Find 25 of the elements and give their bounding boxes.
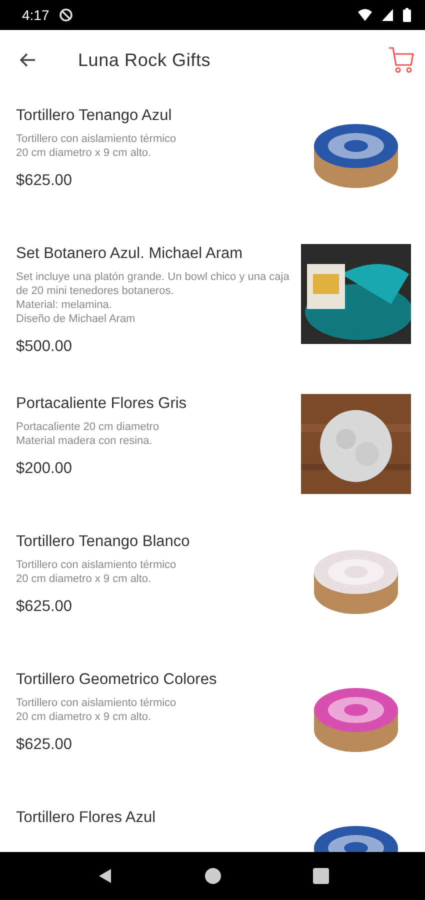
product-price: $625.00 [16, 736, 74, 754]
product-description: Set incluye una platón grande. Un bowl chico y una caja de 20 mini tenedores botaneros. Material: melamina. Diseño de Michael Aram [16, 270, 290, 326]
product-description: Portacaliente 20 cm diametro Material madera con resina. [16, 420, 160, 448]
back-nav-button[interactable] [96, 868, 112, 884]
product-price: $200.00 [16, 460, 74, 478]
product-price: $500.00 [16, 338, 74, 356]
product-name: Portacaliente Flores Gris [16, 394, 188, 414]
home-nav-button[interactable] [204, 868, 220, 884]
product-price: $625.00 [16, 172, 74, 190]
battery-icon [403, 8, 411, 22]
product-description: Tortillero con aislamiento térmico 20 cm diametro x 9 cm alto. [16, 558, 178, 586]
product-name: Tortillero Geometrico Colores [16, 670, 218, 690]
status-time: 4:17 [22, 7, 50, 23]
wifi-icon [358, 9, 372, 21]
product-name: Set Botanero Azul. Michael Aram [16, 244, 244, 264]
product-price: $625.00 [16, 598, 74, 616]
product-name: Tortillero Tenango Azul [16, 106, 173, 126]
product-description: Tortillero con aislamiento térmico 20 cm diametro x 9 cm alto. [16, 132, 178, 160]
app-title: Luna Rock Gifts [78, 50, 212, 70]
product-description: Tortillero con aislamiento térmico 20 cm diametro x 9 cm alto. [16, 696, 178, 724]
recents-nav-button[interactable] [312, 868, 328, 884]
product-name: Tortillero Tenango Blanco [16, 532, 191, 552]
product-name: Tortillero Flores Azul [16, 808, 157, 828]
signal-icon [382, 9, 393, 21]
blocked-icon [59, 8, 74, 22]
